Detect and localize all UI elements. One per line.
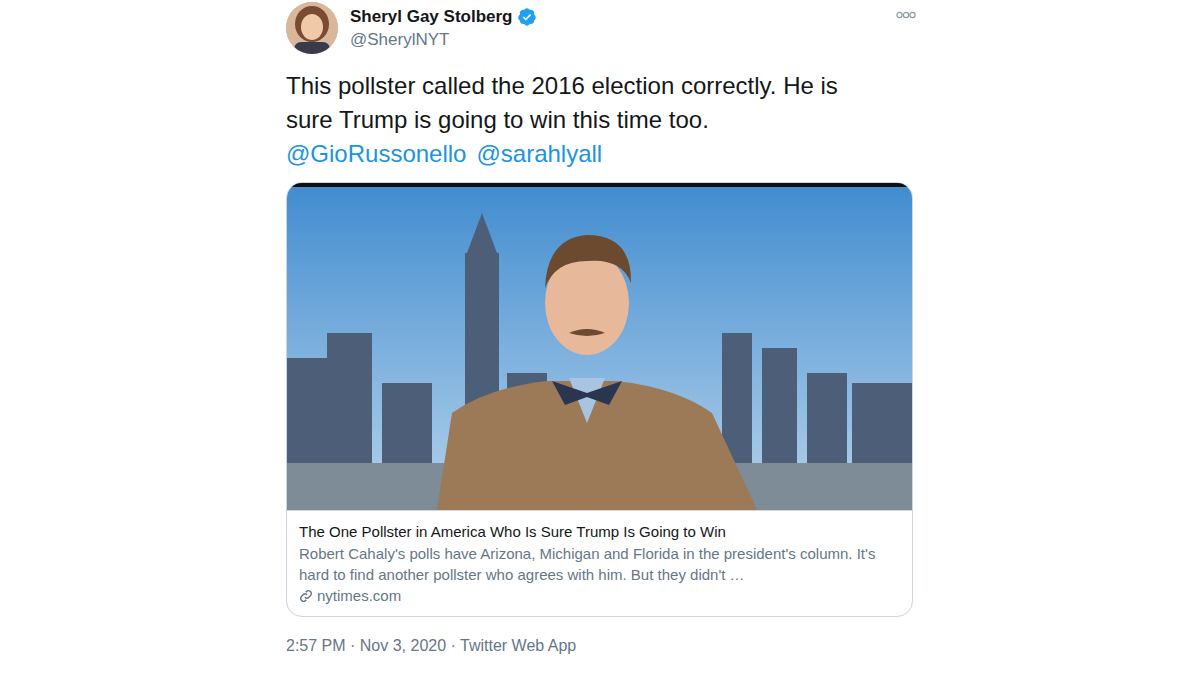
more-icon[interactable]: [896, 10, 916, 20]
mentions: @GioRussonello @sarahlyall: [286, 137, 916, 171]
tweet-header: Sheryl Gay Stolberg@SherylNYT: [286, 2, 916, 54]
tweet: Sheryl Gay Stolberg@SherylNYT This pollst…: [286, 0, 916, 657]
author-name[interactable]: Sheryl Gay Stolberg: [350, 6, 513, 28]
author-name-row: Sheryl Gay Stolberg: [350, 6, 537, 28]
card-domain-row: nytimes.com: [299, 586, 900, 606]
card-description: Robert Cahaly's polls have Arizona, Mich…: [299, 543, 900, 585]
card-domain[interactable]: nytimes.com: [317, 586, 401, 606]
link-card[interactable]: The One Pollster in America Who Is Sure …: [286, 182, 913, 617]
verified-icon: [517, 7, 537, 27]
link-icon: [299, 589, 313, 603]
timestamp[interactable]: 2:57 PM · Nov 3, 2020 · Twitter Web App: [286, 635, 916, 657]
article-photo: [287, 183, 912, 510]
card-body: The One Pollster in America Who Is Sure …: [287, 510, 912, 616]
author-handle[interactable]: @SherylNYT: [350, 29, 537, 51]
mention-link[interactable]: @sarahlyall: [476, 137, 602, 171]
avatar-icon[interactable]: [286, 2, 338, 54]
card-title: The One Pollster in America Who Is Sure …: [299, 521, 900, 543]
tweet-text: This pollster called the 2016 election c…: [286, 69, 886, 137]
author: Sheryl Gay Stolberg@SherylNYT: [350, 2, 537, 51]
mention-link[interactable]: @GioRussonello: [286, 137, 466, 171]
